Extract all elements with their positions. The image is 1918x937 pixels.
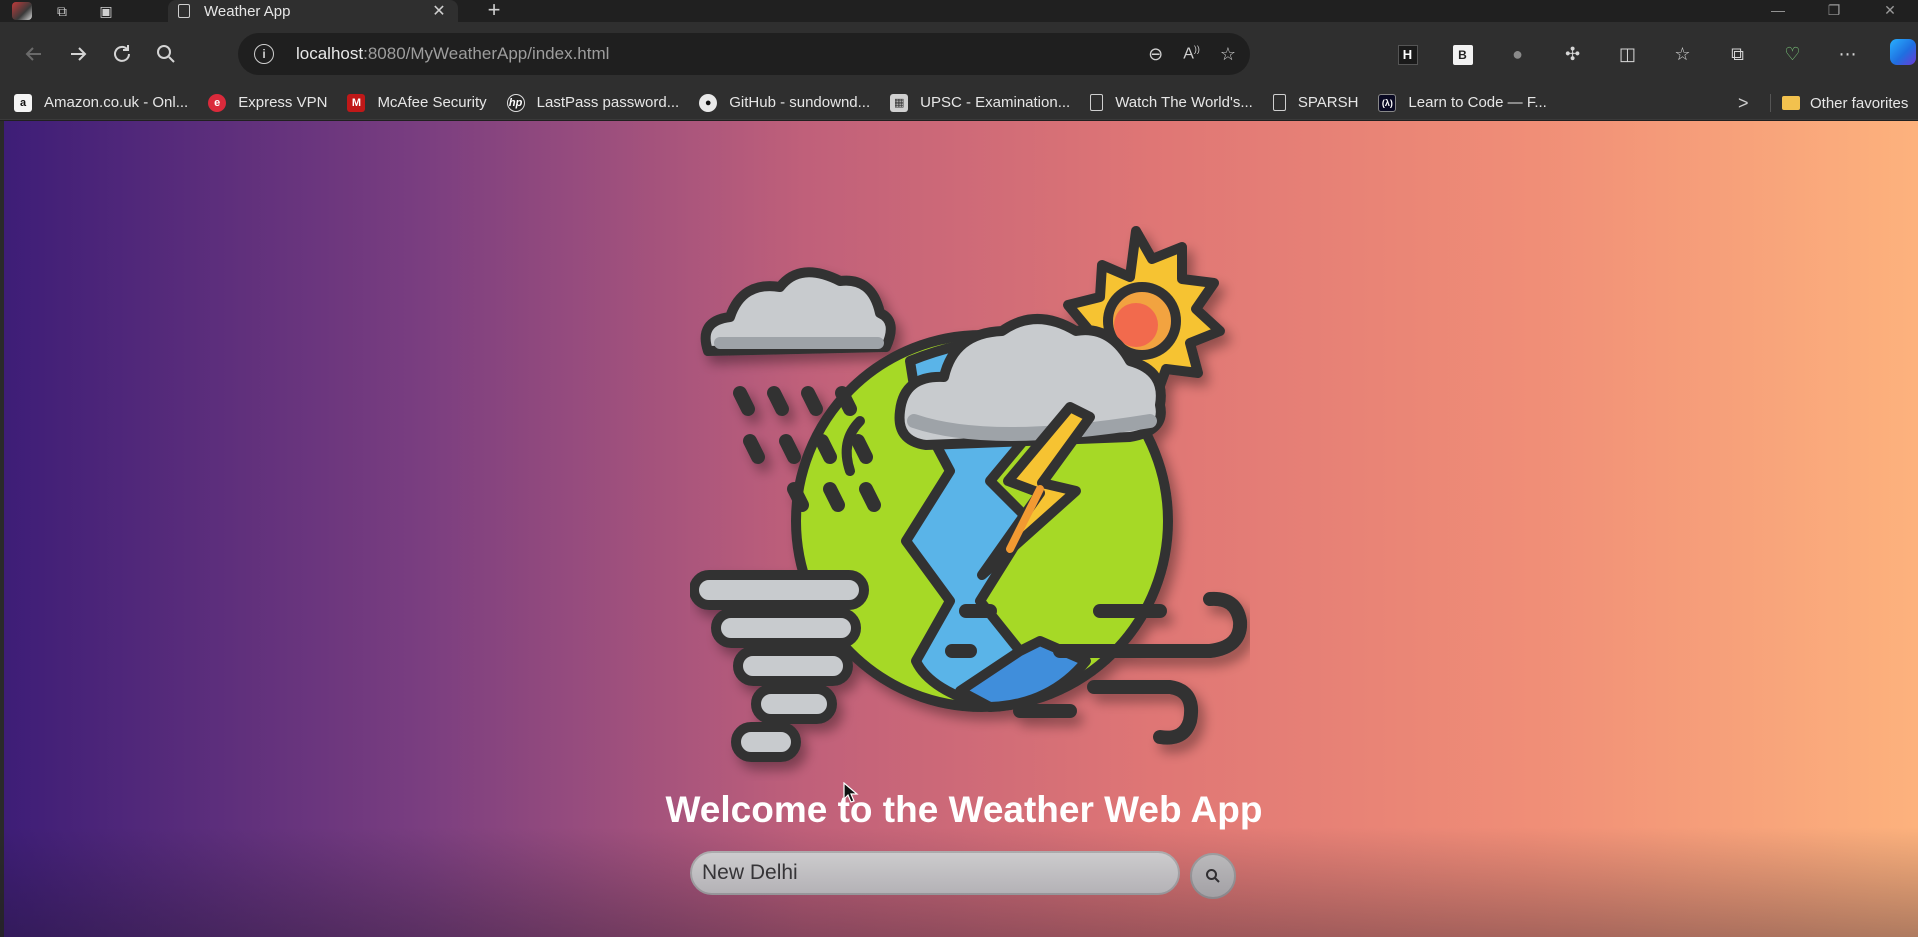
bookmark-label: Watch The World's... <box>1115 94 1253 111</box>
page-icon <box>1272 94 1286 111</box>
search-button[interactable] <box>1190 853 1236 899</box>
bookmark-label: Express VPN <box>238 94 328 111</box>
bookmarks-divider <box>1770 94 1771 112</box>
bookmark-amazon[interactable]: a Amazon.co.uk - Onl... <box>14 93 189 112</box>
settings-more-button[interactable]: ⋯ <box>1820 44 1875 65</box>
address-bar-actions: ⊖ A)) ☆ <box>1148 33 1236 75</box>
bookmark-label: Amazon.co.uk - Onl... <box>44 94 189 111</box>
extension-b-button[interactable]: B <box>1435 43 1490 65</box>
url-path: :8080/MyWeatherApp/index.html <box>363 44 610 63</box>
forward-arrow-icon <box>71 47 87 61</box>
bookmarks-bar: a Amazon.co.uk - Onl... e Express VPN M McA… <box>0 86 1918 120</box>
tab-title: Weather App <box>204 2 291 20</box>
toolbar: H B ● ✣ ◫ ☆ ⧉ ♡ ⋯ <box>1380 22 1918 86</box>
hp-icon: hp <box>506 93 525 112</box>
zoom-out-icon[interactable]: ⊖ <box>1148 44 1163 65</box>
city-search-input[interactable] <box>690 851 1180 895</box>
minimize-button[interactable]: — <box>1750 0 1806 22</box>
folder-icon <box>1782 96 1800 110</box>
address-bar[interactable]: i localhost:8080/MyWeatherApp/index.html… <box>238 33 1250 75</box>
extension-h-button[interactable]: H <box>1380 43 1435 65</box>
bookmark-label: SPARSH <box>1297 94 1359 111</box>
more-bookmarks-chevron-icon[interactable]: > <box>1738 86 1749 120</box>
favorites-icon: ☆ <box>1674 43 1691 64</box>
collections-icon: ⧉ <box>1731 43 1744 64</box>
more-icon: ⋯ <box>1838 43 1857 64</box>
rain-cloud-icon <box>700 267 896 356</box>
extension-h-icon: H <box>1397 45 1418 65</box>
weather-globe-illustration <box>690 226 1248 762</box>
split-screen-icon: ◫ <box>1618 43 1636 64</box>
tab-weather-app[interactable]: Weather App ✕ <box>168 0 458 22</box>
back-button[interactable] <box>12 32 56 76</box>
other-favorites-folder[interactable]: Other favorites <box>1782 86 1908 120</box>
tab-strip: ⧉ ▣ Weather App ✕ + — ❐ ✕ <box>0 0 1918 22</box>
refresh-button[interactable] <box>100 32 144 76</box>
back-arrow-icon <box>25 47 41 61</box>
tornado-icon <box>690 570 869 762</box>
bookmark-label: Learn to Code — F... <box>1408 94 1547 111</box>
search-button[interactable] <box>144 32 188 76</box>
favorites-button[interactable]: ☆ <box>1655 44 1710 65</box>
expressvpn-icon: e <box>208 93 227 112</box>
amazon-icon: a <box>14 93 32 112</box>
extension-ghost-icon: ● <box>1512 43 1523 64</box>
extension-b-icon: B <box>1452 45 1473 65</box>
extension-ghost-button[interactable]: ● <box>1490 44 1545 65</box>
vertical-tabs-icon[interactable]: ▣ <box>90 0 122 22</box>
avatar <box>12 2 32 20</box>
browser-essentials-button[interactable]: ♡ <box>1765 44 1820 65</box>
page-title: Welcome to the Weather Web App <box>665 789 1263 830</box>
navigation-bar: i localhost:8080/MyWeatherApp/index.html… <box>0 22 1918 86</box>
collections-button[interactable]: ⧉ <box>1710 44 1765 65</box>
copilot-button[interactable] <box>1875 38 1918 70</box>
other-favorites-label: Other favorites <box>1810 94 1909 112</box>
search-icon <box>157 45 175 63</box>
favorite-star-icon[interactable]: ☆ <box>1220 44 1236 65</box>
workspaces-icon[interactable]: ⧉ <box>46 0 78 22</box>
window-controls: — ❐ ✕ <box>1750 0 1918 22</box>
split-screen-button[interactable]: ◫ <box>1600 44 1655 65</box>
search-icon <box>1206 869 1220 883</box>
bookmark-watch-the-world[interactable]: Watch The World's... <box>1090 94 1253 111</box>
new-tab-button[interactable]: + <box>480 0 508 22</box>
page-viewport: Welcome to the Weather Web App <box>0 121 1918 937</box>
forward-button[interactable] <box>56 32 100 76</box>
upsc-icon: ▦ <box>890 93 909 112</box>
bookmark-sparsh[interactable]: SPARSH <box>1272 94 1359 111</box>
bookmark-github[interactable]: ● GitHub - sundownd... <box>699 93 871 112</box>
refresh-icon <box>114 45 130 62</box>
heart-pulse-icon: ♡ <box>1784 43 1801 64</box>
read-aloud-icon[interactable]: A)) <box>1183 44 1200 63</box>
page-icon <box>178 4 190 18</box>
bookmark-freecodecamp[interactable]: (λ) Learn to Code — F... <box>1378 93 1547 112</box>
puzzle-icon: ✣ <box>1564 43 1581 64</box>
restore-button[interactable]: ❐ <box>1806 0 1862 22</box>
bookmark-upsc[interactable]: ▦ UPSC - Examination... <box>890 93 1071 112</box>
site-info-icon[interactable]: i <box>254 44 274 64</box>
mouse-cursor-icon <box>843 782 859 803</box>
bookmark-expressvpn[interactable]: e Express VPN <box>208 93 328 112</box>
tab-close-icon[interactable]: ✕ <box>430 1 448 21</box>
bookmark-label: McAfee Security <box>377 94 487 111</box>
bookmark-mcafee[interactable]: M McAfee Security <box>347 93 487 112</box>
mcafee-icon: M <box>347 93 366 112</box>
close-window-button[interactable]: ✕ <box>1862 0 1918 22</box>
url-host: localhost <box>296 44 364 63</box>
copilot-icon <box>1889 38 1916 65</box>
extensions-button[interactable]: ✣ <box>1545 44 1600 65</box>
bookmark-lastpass[interactable]: hp LastPass password... <box>506 93 680 112</box>
bookmark-label: GitHub - sundownd... <box>729 94 871 111</box>
profile-avatar[interactable] <box>0 0 32 22</box>
github-icon: ● <box>699 93 718 112</box>
bookmark-label: LastPass password... <box>536 94 680 111</box>
url-text[interactable]: localhost:8080/MyWeatherApp/index.html <box>296 44 609 64</box>
page-icon <box>1090 94 1104 111</box>
freecodecamp-icon: (λ) <box>1378 93 1397 112</box>
bookmark-label: UPSC - Examination... <box>920 94 1071 111</box>
